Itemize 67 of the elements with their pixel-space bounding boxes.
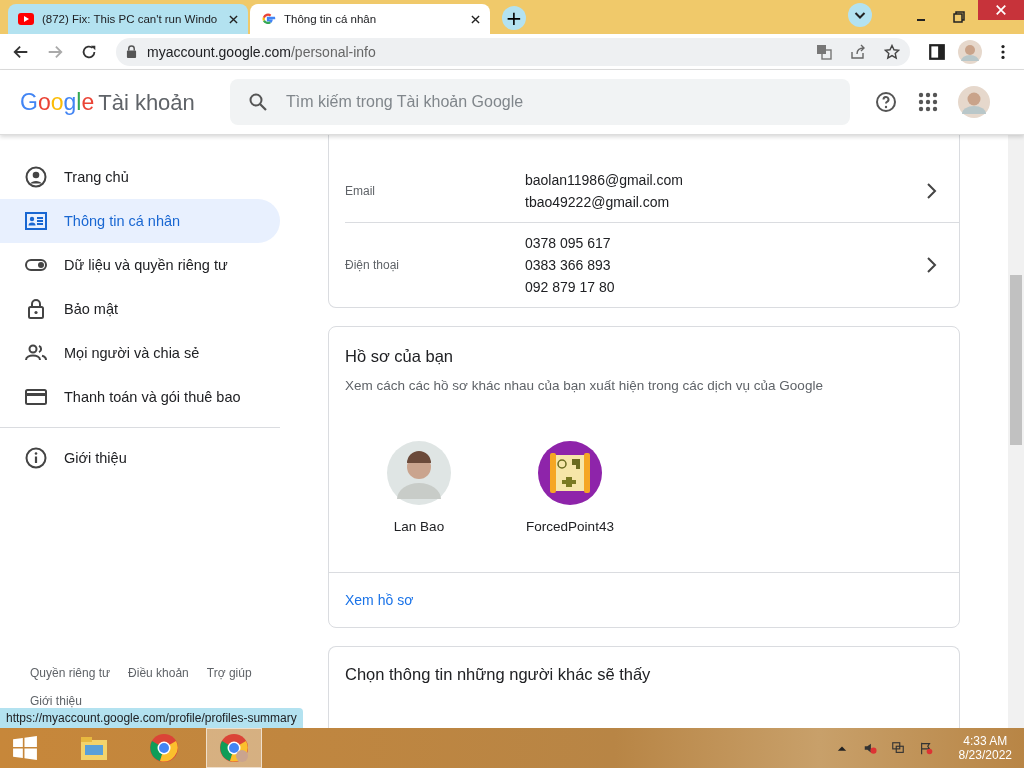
restore-icon[interactable] xyxy=(952,10,966,24)
contact-row[interactable]: Điện thoại 0378 095 617 0383 366 893 092 879 17 80 xyxy=(345,223,959,307)
translate-icon[interactable] xyxy=(816,43,832,60)
tab-title: (872) Fix: This PC can't run Windo xyxy=(42,13,219,25)
nav-item[interactable]: Trang chủ xyxy=(0,155,280,199)
address-text: myaccount.google.com/personal-info xyxy=(147,43,376,60)
scrollbar[interactable] xyxy=(1008,135,1024,728)
avatar-icon[interactable] xyxy=(387,441,451,505)
nav-item[interactable]: Bảo mật xyxy=(0,287,280,331)
search-field[interactable]: Tìm kiếm trong Tài khoản Google xyxy=(230,79,850,125)
side-panel-icon[interactable] xyxy=(928,42,946,61)
video-icon xyxy=(18,12,34,26)
chrome-app-button[interactable] xyxy=(206,728,262,768)
help-icon[interactable] xyxy=(874,90,898,114)
profile-name: Lan Bao xyxy=(393,519,445,534)
address-bar[interactable]: myaccount.google.com/personal-info xyxy=(116,37,910,66)
new-tab-button[interactable]: + xyxy=(502,6,526,30)
field-value: 092 879 17 80 xyxy=(525,279,616,295)
lock-icon xyxy=(126,45,137,58)
card-title: Hồ sơ của bạn xyxy=(344,346,455,366)
chrome-icon xyxy=(148,732,180,764)
info-icon xyxy=(24,446,48,470)
view-profiles-link[interactable]: Xem hồ sơ xyxy=(345,592,414,608)
windows-start-icon[interactable] xyxy=(12,735,38,761)
nav-item[interactable]: Thanh toán và gói thuê bao xyxy=(0,375,280,419)
footer-link[interactable]: Giới thiệu xyxy=(30,694,82,708)
footer-link[interactable]: Điều khoản xyxy=(128,666,189,680)
home-icon xyxy=(24,165,48,189)
browser-tab[interactable]: Thông tin cá nhân xyxy=(250,4,490,34)
footer-link[interactable]: Quyền riêng tư xyxy=(30,666,111,680)
close-icon xyxy=(995,4,1007,16)
field-value: 0378 095 617 xyxy=(525,235,612,251)
card-description: Xem cách các hồ sơ khác nhau của bạn xuất hiện trong các dịch vụ của Google xyxy=(344,377,824,393)
network-icon[interactable] xyxy=(890,741,905,755)
close-icon[interactable] xyxy=(471,14,480,24)
status-url: https://myaccount.google.com/profile/profiles-summary xyxy=(0,708,303,728)
flag-icon[interactable] xyxy=(918,741,933,755)
card-icon xyxy=(24,209,48,233)
tab-title: Thông tin cá nhân xyxy=(284,13,378,25)
window-close-button[interactable] xyxy=(978,0,1024,20)
apps-grid-icon[interactable] xyxy=(916,90,940,114)
field-value: baolan11986@gmail.com xyxy=(525,172,684,188)
google-account-logo[interactable]: Google Tài khoản xyxy=(20,88,230,116)
search-icon[interactable] xyxy=(248,92,268,112)
chevron-right-icon xyxy=(925,182,937,200)
field-label: Điện thoại xyxy=(345,258,401,272)
browser-tab[interactable]: (872) Fix: This PC can't run Windo xyxy=(8,4,248,34)
g-logo-icon xyxy=(260,12,276,26)
nav-item[interactable]: Mọi người và chia sẻ xyxy=(0,331,280,375)
map-scroll-icon[interactable] xyxy=(538,441,602,505)
nav-item[interactable]: Thông tin cá nhân xyxy=(0,199,280,243)
field-label: Email xyxy=(345,184,376,198)
contact-row[interactable]: Email baolan11986@gmail.com tbao49222@gmail.com xyxy=(345,160,959,223)
card-title: Chọn thông tin những người khác sẽ thấy xyxy=(345,665,652,684)
close-icon[interactable] xyxy=(229,14,238,24)
star-icon[interactable] xyxy=(884,43,900,60)
footer-link[interactable]: Trợ giúp xyxy=(206,666,252,680)
field-value: tbao49222@gmail.com xyxy=(525,194,671,210)
nav-item[interactable]: Dữ liệu và quyền riêng tư xyxy=(0,243,280,287)
nav-item[interactable]: Giới thiệu xyxy=(0,436,280,480)
tab-search-icon[interactable] xyxy=(848,3,872,27)
volume-muted-icon[interactable] xyxy=(862,741,877,755)
chrome-icon xyxy=(218,732,250,764)
chevron-right-icon xyxy=(925,256,937,274)
share-icon[interactable] xyxy=(850,43,866,60)
profile-name: ForcedPoint43 xyxy=(526,519,614,534)
field-value: 0383 366 893 xyxy=(525,257,612,273)
